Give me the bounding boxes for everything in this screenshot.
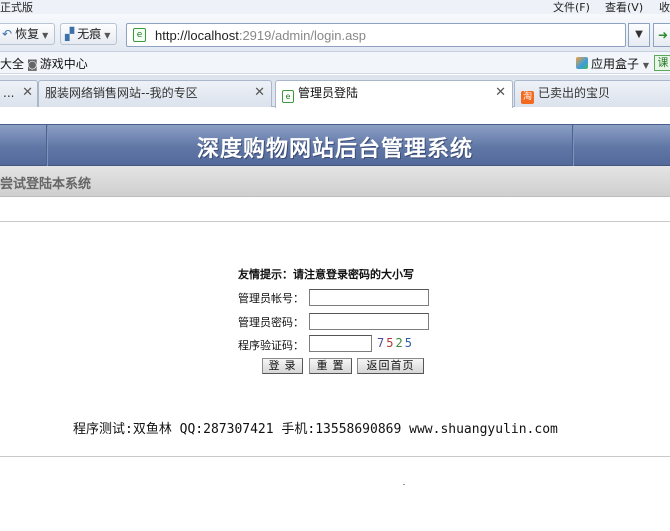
login-button[interactable]: 登 录 (262, 358, 303, 374)
developer-credits: 程序测试:双鱼林 QQ:287307421 手机:13558690869 www… (73, 422, 558, 437)
password-input[interactable] (309, 313, 429, 330)
captcha-digit: 5 (404, 336, 414, 350)
restore-label: 恢复 (15, 27, 40, 41)
tab-label: 已卖出的宝贝 (538, 86, 611, 100)
menu-view[interactable]: 查看(V) (605, 0, 643, 15)
subheader-text: 尝试登陆本系统 (0, 177, 92, 192)
taobao-icon: 淘 (521, 91, 534, 104)
stray-dot (403, 484, 405, 485)
site-banner: 深度购物网站后台管理系统 (0, 124, 670, 167)
tab-label: ... (3, 86, 15, 100)
chevron-down-icon: ▼ (104, 31, 111, 40)
close-icon[interactable]: ✕ (22, 81, 33, 105)
tab-bar: ... ✕ 服装网络销售网站--我的专区 ✕ e 管理员登陆 ✕ 淘已卖出的宝贝 (0, 75, 670, 108)
tab-clothing-store[interactable]: 服装网络销售网站--我的专区 ✕ (38, 80, 272, 107)
restore-button[interactable]: ↶ 恢复 ▼ (0, 23, 56, 45)
reset-button[interactable]: 重 置 (309, 358, 352, 374)
captcha-digit: 2 (395, 336, 405, 350)
tab-admin-login[interactable]: e 管理员登陆 ✕ (275, 80, 513, 108)
url-path: :2919/admin/login.asp (238, 28, 367, 43)
divider (0, 456, 670, 457)
username-label: 管理员帐号： (238, 292, 304, 305)
tab-previous[interactable]: ... ✕ (0, 80, 38, 107)
tab-sold-items[interactable]: 淘已卖出的宝贝 (514, 80, 670, 107)
undo-icon: ↶ (2, 27, 13, 41)
tab-label: 管理员登陆 (298, 86, 359, 100)
username-input[interactable] (309, 289, 429, 306)
captcha-image[interactable]: 7525 (377, 336, 414, 350)
login-subheader: 尝试登陆本系统 (0, 166, 670, 197)
divider (0, 221, 670, 222)
password-label: 管理员密码： (238, 316, 304, 329)
chevron-down-icon: ▼ (635, 29, 643, 40)
game-center-label: 游戏中心 (39, 57, 88, 71)
private-mode-label: 无痕 (77, 27, 102, 41)
chevron-down-icon: ▼ (42, 31, 49, 40)
favorite-daquan[interactable]: 大全 (0, 55, 24, 72)
captcha-input[interactable] (309, 335, 372, 352)
navigation-bar: ↶ 恢复 ▼ ▞ 无痕 ▼ e http://localhost:2919/admin/… (0, 14, 670, 52)
app-box-label: 应用盒子 (591, 57, 640, 71)
arrow-right-icon: ➜ (657, 28, 669, 42)
close-icon[interactable]: ✕ (254, 81, 265, 105)
close-icon[interactable]: ✕ (495, 81, 506, 105)
go-button[interactable]: ➜ (653, 23, 670, 47)
app-box-icon (576, 57, 588, 69)
chevron-down-icon: ▼ (642, 61, 649, 70)
page-icon: e (133, 28, 146, 42)
favorites-bar: 大全 ◙ 游戏中心 应用盒子 ▼ 课 (0, 52, 670, 74)
menu-favorites[interactable]: 收 (659, 0, 670, 15)
window-title: 正式版 (0, 1, 33, 14)
address-dropdown-button[interactable]: ▼ (628, 23, 650, 47)
captcha-digit: 7 (377, 336, 387, 350)
home-button[interactable]: 返回首页 (357, 358, 424, 374)
menu-file[interactable]: 文件(F) (553, 0, 590, 15)
tab-label: 服装网络销售网站--我的专区 (45, 86, 198, 100)
incognito-icon: ▞ (65, 27, 75, 41)
url-host: http://localhost (155, 28, 239, 43)
app-box-button[interactable]: 应用盒子 ▼ (576, 55, 649, 72)
window-titlebar: 正式版 文件(F) 查看(V) 收 (0, 0, 670, 14)
password-tip: 友情提示：请注意登录密码的大小写 (238, 268, 414, 281)
address-bar[interactable]: e http://localhost:2919/admin/login.asp (126, 23, 626, 47)
captcha-label: 程序验证码： (238, 339, 304, 352)
private-mode-button[interactable]: ▞ 无痕 ▼ (60, 23, 118, 45)
course-icon[interactable]: 课 (654, 55, 670, 71)
page-icon: e (282, 90, 294, 103)
address-url[interactable]: http://localhost:2919/admin/login.asp (155, 28, 366, 43)
gamepad-icon: ◙ (27, 58, 38, 71)
banner-title: 深度购物网站后台管理系统 (196, 137, 473, 162)
favorite-game-center[interactable]: ◙ 游戏中心 (27, 55, 88, 72)
